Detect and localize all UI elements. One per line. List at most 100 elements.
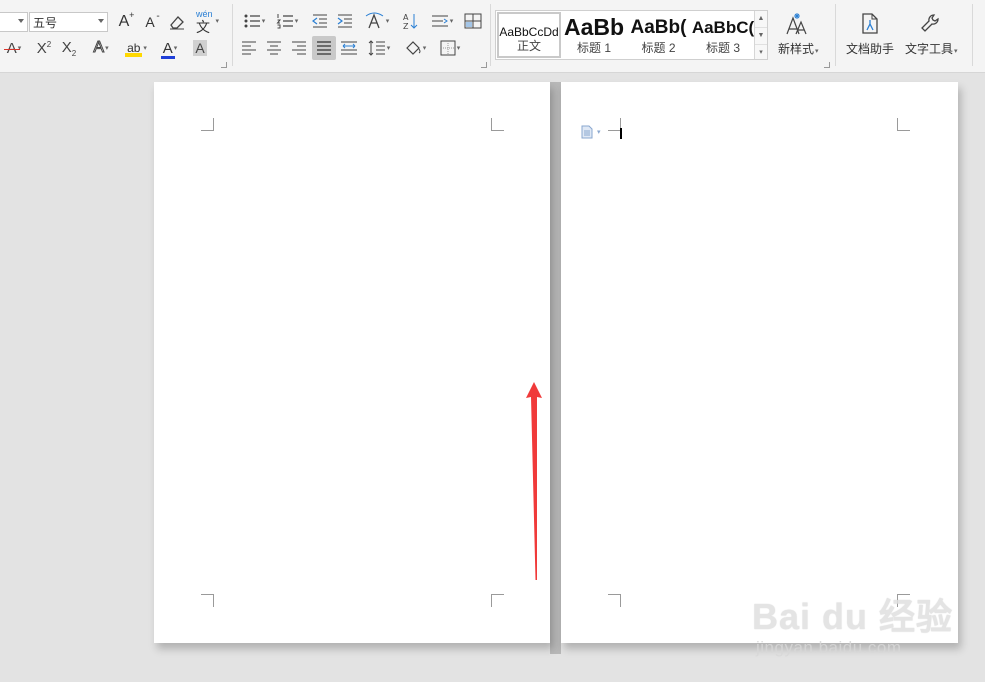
sort-az-icon: AZ	[403, 13, 418, 30]
text-tools-button[interactable]: 文字工具▾	[905, 12, 958, 57]
svg-text:A: A	[403, 13, 409, 22]
subscript-icon: X2	[61, 38, 77, 58]
text-direction-icon	[365, 12, 384, 29]
wrench-icon	[921, 14, 939, 32]
distributed-align-icon	[341, 41, 357, 55]
superscript-button[interactable]: X2	[34, 37, 54, 59]
phonetic-guide-button[interactable]: wén 文 ▾	[193, 8, 219, 35]
paragraph-options-marker[interactable]: ▾	[581, 125, 601, 139]
document-page-left[interactable]	[154, 82, 550, 643]
superscript-icon: X2	[36, 39, 52, 57]
gallery-scroll: ▲ ▼ ▾	[754, 11, 767, 59]
watermark-brand: Bai du 经验	[752, 596, 954, 637]
font-group-launcher[interactable]	[221, 62, 227, 68]
align-right-icon	[292, 41, 306, 55]
gallery-scroll-up-button[interactable]: ▲	[755, 11, 767, 28]
style-tile-heading-3[interactable]: AaBbC( 标题 3	[691, 12, 755, 58]
bullet-list-icon	[244, 14, 260, 28]
align-left-icon	[242, 41, 256, 55]
margin-corner-bottom-right	[491, 594, 504, 607]
style-name: 正文	[516, 39, 541, 53]
table-insert-icon	[464, 13, 482, 29]
highlight-button[interactable]: ab ▾	[120, 37, 152, 59]
subscript-button[interactable]: X2	[59, 37, 79, 59]
separator	[835, 4, 836, 66]
increase-indent-button[interactable]	[335, 10, 355, 32]
grow-font-button[interactable]: A +	[114, 10, 135, 33]
new-style-label: 新样式	[778, 42, 815, 56]
show-hide-button[interactable]	[462, 10, 484, 32]
margin-corner-bottom-left	[201, 594, 214, 607]
separator	[232, 4, 233, 66]
font-name-dropdown[interactable]	[0, 12, 28, 32]
chevron-down-icon: ▾	[597, 129, 601, 136]
paragraph-group-launcher[interactable]	[481, 62, 487, 68]
shrink-font-button[interactable]: A-	[140, 11, 160, 33]
svg-text:Z: Z	[403, 22, 409, 30]
numbered-list-icon	[276, 14, 293, 29]
line-spacing-button[interactable]: ▾	[364, 37, 394, 59]
char-shading-button[interactable]: A	[190, 37, 210, 59]
borders-icon	[440, 40, 456, 56]
bullets-button[interactable]: ▾	[240, 10, 268, 32]
style-tile-heading-2[interactable]: AaBb( 标题 2	[627, 12, 690, 58]
margin-corner-top-right	[491, 118, 504, 131]
style-tile-normal[interactable]: AaBbCcDd 正文	[497, 12, 561, 58]
font-size-value: 五号	[33, 15, 58, 30]
doc-assistant-label: 文档助手	[846, 42, 895, 56]
clear-format-button[interactable]	[166, 11, 188, 33]
text-effect-button[interactable]: A ▾	[86, 37, 116, 59]
new-style-button[interactable]: 新样式▾	[778, 12, 819, 57]
font-color-icon: A	[160, 39, 175, 59]
line-spacing-alt-button[interactable]: ▾	[428, 10, 456, 32]
style-sample: AaBb(	[630, 17, 687, 38]
align-center-button[interactable]	[263, 37, 285, 59]
shading-button[interactable]: ▾	[400, 37, 430, 59]
increase-indent-icon	[337, 14, 352, 28]
font-size-dropdown[interactable]: 五号	[29, 12, 108, 32]
gallery-expand-button[interactable]: ▾	[755, 45, 767, 61]
styles-gallery: AaBbCcDd 正文 AaBb 标题 1 AaBb( 标题 2 AaBbC( …	[495, 10, 768, 60]
doc-assistant-button[interactable]: 文档助手	[846, 12, 894, 57]
sort-button[interactable]: AZ	[400, 10, 420, 32]
ribbon-toolbar: 五号 A+ A- wén 文 ▾ A ▾ X2 X2	[0, 0, 985, 73]
gallery-scroll-down-button[interactable]: ▼	[755, 28, 767, 45]
style-tile-heading-1[interactable]: AaBb 标题 1	[562, 12, 626, 58]
style-name: 标题 1	[576, 41, 611, 55]
style-name: 标题 2	[641, 41, 676, 55]
style-sample: AaBb	[563, 14, 625, 40]
text-effect-icon: A	[93, 39, 105, 57]
text-cursor	[620, 128, 622, 139]
baidu-watermark: Bai du 经验 jingyan.baidu.com	[752, 588, 952, 658]
borders-button[interactable]: ▾	[435, 37, 465, 59]
eraser-icon	[170, 16, 184, 30]
numbering-button[interactable]: ▾	[273, 10, 301, 32]
font-color-button[interactable]: A ▾	[155, 37, 185, 59]
text-direction-button[interactable]: ▾	[362, 10, 392, 32]
phonetic-guide-icon: wén 文	[196, 9, 213, 35]
styles-group-launcher[interactable]	[824, 62, 830, 68]
margin-corner-top-right	[897, 118, 910, 131]
margin-corner-bottom-left	[608, 594, 621, 607]
document-icon	[581, 125, 593, 139]
separator	[972, 4, 973, 66]
new-style-icon	[786, 13, 807, 35]
style-name: 标题 3	[705, 41, 740, 55]
paragraph-options-icon	[431, 15, 448, 27]
page-gap	[550, 82, 561, 654]
align-center-icon	[267, 41, 281, 55]
justify-button[interactable]	[312, 36, 336, 60]
document-page-right[interactable]	[561, 82, 958, 643]
align-left-button[interactable]	[238, 37, 260, 59]
highlight-icon: ab	[125, 41, 143, 57]
decrease-indent-button[interactable]	[310, 10, 330, 32]
strikethrough-icon: A	[3, 40, 20, 57]
justify-icon	[317, 41, 331, 55]
decrease-indent-icon	[312, 14, 327, 28]
distributed-align-button[interactable]	[338, 37, 360, 59]
margin-corner-top-left	[201, 118, 214, 131]
align-right-button[interactable]	[288, 37, 310, 59]
text-tools-label: 文字工具	[905, 42, 954, 56]
strikethrough-button[interactable]: A ▾	[2, 37, 26, 59]
doc-assistant-icon	[862, 13, 878, 34]
